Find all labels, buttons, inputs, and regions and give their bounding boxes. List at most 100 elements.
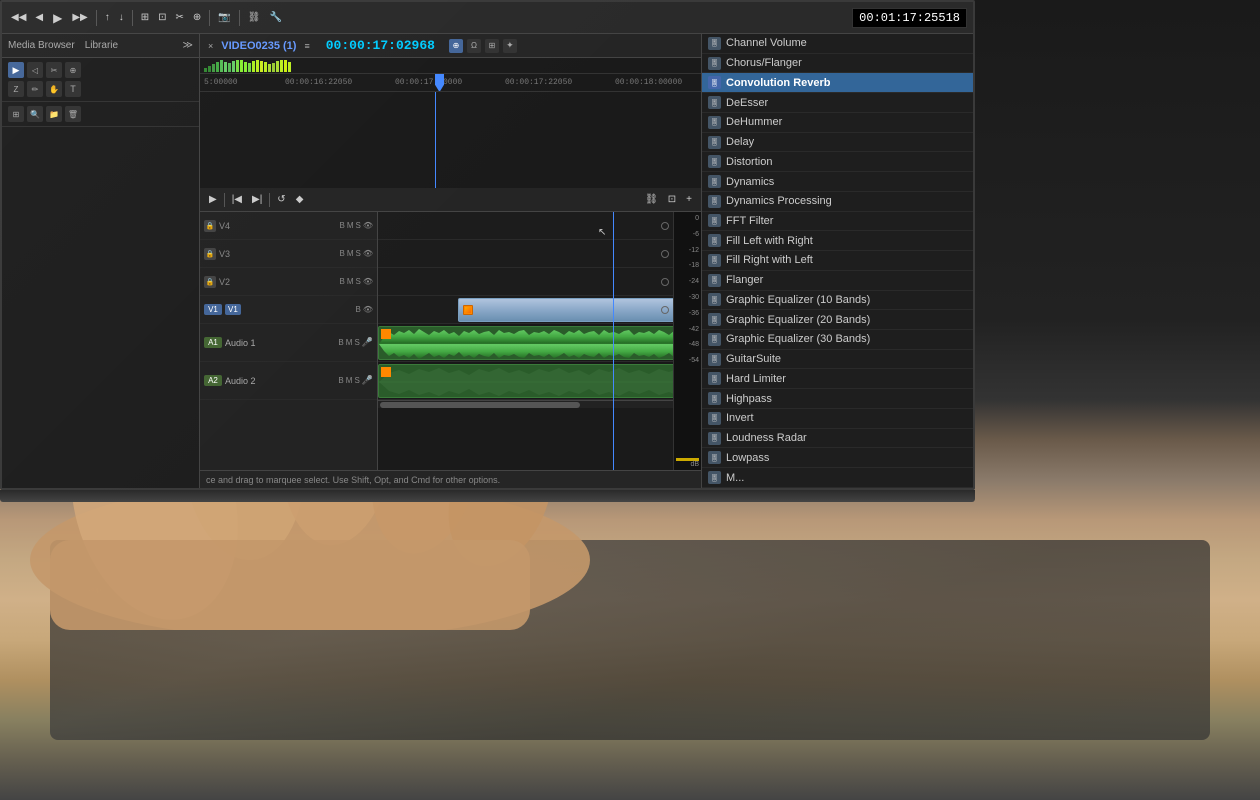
track-v4-s[interactable]: S — [356, 221, 361, 230]
track-v3-m[interactable]: M — [347, 249, 354, 258]
tool-zoom[interactable]: Z — [8, 81, 24, 97]
track-a2-s[interactable]: S — [354, 376, 359, 385]
effect-graphic-eq-20[interactable]: 🎚 Graphic Equalizer (20 Bands) — [702, 310, 973, 330]
ctrl-link[interactable]: ⛓ — [642, 192, 661, 207]
sequence-menu[interactable]: ≡ — [304, 41, 309, 51]
effect-deesser[interactable]: 🎚 DeEsser — [702, 93, 973, 113]
tool-slip[interactable]: ⊕ — [65, 62, 81, 78]
ctrl-snap[interactable]: ⊡ — [665, 192, 679, 207]
track-a2-mic[interactable]: 🎤 — [362, 375, 373, 386]
toolbar-btn-up[interactable]: ↑ — [102, 10, 113, 25]
audio-clip-a1[interactable] — [378, 326, 673, 360]
track-v2-vis[interactable]: 👁 — [363, 277, 373, 286]
track-lock-v3[interactable]: 🔒 — [204, 248, 216, 260]
track-v1-inner-badge[interactable]: V1 — [225, 304, 241, 315]
ctrl-play-pause[interactable]: ▶ — [206, 192, 220, 207]
ctrl-next[interactable]: ▶| — [249, 192, 265, 207]
track-badge-a2[interactable]: A2 — [204, 375, 222, 386]
toolbar-btn-down[interactable]: ↓ — [116, 10, 127, 25]
track-lock-v4[interactable]: 🔒 — [204, 220, 216, 232]
toolbar-btn-magnet[interactable]: 🔧 — [266, 10, 284, 25]
ctrl-add-track[interactable]: + — [683, 192, 695, 207]
seq-tool-1[interactable]: ⊕ — [449, 39, 463, 53]
effect-delay[interactable]: 🎚 Delay — [702, 133, 973, 153]
track-v3-vis[interactable]: 👁 — [363, 249, 373, 258]
toolbar-btn-add[interactable]: ⊕ — [190, 10, 204, 25]
effect-channel-volume[interactable]: 🎚 Channel Volume — [702, 34, 973, 54]
effect-fft-filter[interactable]: 🎚 FFT Filter — [702, 212, 973, 232]
track-lock-v2[interactable]: 🔒 — [204, 276, 216, 288]
track-v2-s[interactable]: S — [356, 277, 361, 286]
track-v4-m[interactable]: M — [347, 221, 354, 230]
effect-dehummer[interactable]: 🎚 DeHummer — [702, 113, 973, 133]
tool-extra-2[interactable]: 🔍 — [27, 106, 43, 122]
effect-loudness-radar[interactable]: 🎚 Loudness Radar — [702, 429, 973, 449]
panel-menu-icon[interactable]: ≫ — [183, 40, 193, 51]
tracks-scrollbar[interactable] — [378, 400, 673, 408]
track-v1-row[interactable]: VIDEO0258.mp4 — [378, 296, 673, 324]
toolbar-btn-cut[interactable]: ✂ — [173, 10, 187, 25]
track-a1-b[interactable]: B — [338, 338, 343, 347]
toolbar-btn-step-back[interactable]: ◀ — [32, 10, 46, 25]
track-a1-row[interactable] — [378, 324, 673, 362]
tool-select[interactable]: ▶ — [8, 62, 24, 78]
tool-ripple[interactable]: ◁ — [27, 62, 43, 78]
ctrl-prev[interactable]: |◀ — [229, 192, 245, 207]
toolbar-btn-back[interactable]: ◀◀ — [8, 10, 29, 25]
effect-invert[interactable]: 🎚 Invert — [702, 409, 973, 429]
video-clip[interactable]: VIDEO0258.mp4 — [458, 298, 673, 322]
seq-tool-3[interactable]: ⊞ — [485, 39, 499, 53]
toolbar-btn-camera[interactable]: 📷 — [215, 10, 233, 25]
effect-fill-right[interactable]: 🎚 Fill Right with Left — [702, 251, 973, 271]
scrollbar-thumb[interactable] — [380, 402, 580, 408]
effect-fill-left[interactable]: 🎚 Fill Left with Right — [702, 231, 973, 251]
track-badge-a1[interactable]: A1 — [204, 337, 222, 348]
tab-librarie[interactable]: Librarie — [85, 40, 118, 51]
audio-clip-a2[interactable] — [378, 364, 673, 398]
effect-graphic-eq-30[interactable]: 🎚 Graphic Equalizer (30 Bands) — [702, 330, 973, 350]
seq-tool-2[interactable]: Ω — [467, 39, 481, 53]
track-a1-m[interactable]: M — [346, 338, 353, 347]
track-v1-b[interactable]: B — [356, 305, 361, 314]
effect-flanger[interactable]: 🎚 Flanger — [702, 271, 973, 291]
effect-distortion[interactable]: 🎚 Distortion — [702, 152, 973, 172]
effect-chorus-flanger[interactable]: 🎚 Chorus/Flanger — [702, 54, 973, 74]
track-a1-s[interactable]: S — [354, 338, 359, 347]
effect-highpass[interactable]: 🎚 Highpass — [702, 389, 973, 409]
effect-graphic-eq-10[interactable]: 🎚 Graphic Equalizer (10 Bands) — [702, 291, 973, 311]
toolbar-btn-snap[interactable]: ⊡ — [155, 10, 169, 25]
effect-dynamics[interactable]: 🎚 Dynamics — [702, 172, 973, 192]
tool-extra-4[interactable]: 🗑 — [65, 106, 81, 122]
track-a2-m[interactable]: M — [346, 376, 353, 385]
track-a2-b[interactable]: B — [338, 376, 343, 385]
track-v4-eye[interactable]: B — [339, 221, 344, 230]
toolbar-btn-link[interactable]: ⛓ — [245, 10, 264, 25]
tool-hand[interactable]: ✋ — [46, 81, 62, 97]
track-a2-row[interactable] — [378, 362, 673, 400]
ctrl-loop[interactable]: ↺ — [274, 192, 288, 207]
ctrl-markers[interactable]: ◆ — [293, 192, 307, 207]
tool-razor[interactable]: ✂ — [46, 62, 62, 78]
track-v4-vis[interactable]: 👁 — [363, 221, 373, 230]
effect-convolution-reverb[interactable]: 🎚 Convolution Reverb — [702, 73, 973, 93]
track-badge-v1[interactable]: V1 — [204, 304, 222, 315]
track-v3-b[interactable]: B — [339, 249, 344, 258]
track-v2-m[interactable]: M — [347, 277, 354, 286]
effect-lowpass[interactable]: 🎚 Lowpass — [702, 448, 973, 468]
tab-media-browser[interactable]: Media Browser — [8, 40, 75, 51]
track-a1-mic[interactable]: 🎤 — [362, 337, 373, 348]
toolbar-btn-step-fwd[interactable]: ▶▶ — [69, 10, 90, 25]
seq-tool-4[interactable]: ✦ — [503, 39, 517, 53]
tool-extra-1[interactable]: ⊞ — [8, 106, 24, 122]
toolbar-btn-grid[interactable]: ⊞ — [138, 10, 152, 25]
toolbar-btn-play[interactable]: ▶ — [49, 9, 66, 27]
effect-dynamics-processing[interactable]: 🎚 Dynamics Processing — [702, 192, 973, 212]
sequence-close[interactable]: × — [208, 41, 213, 51]
effect-guitar-suite[interactable]: 🎚 GuitarSuite — [702, 350, 973, 370]
tool-extra-3[interactable]: 📁 — [46, 106, 62, 122]
track-v2-b[interactable]: B — [339, 277, 344, 286]
track-v1-vis[interactable]: 👁 — [363, 305, 373, 314]
track-v3-s[interactable]: S — [356, 249, 361, 258]
tool-type[interactable]: T — [65, 81, 81, 97]
effect-hard-limiter[interactable]: 🎚 Hard Limiter — [702, 369, 973, 389]
